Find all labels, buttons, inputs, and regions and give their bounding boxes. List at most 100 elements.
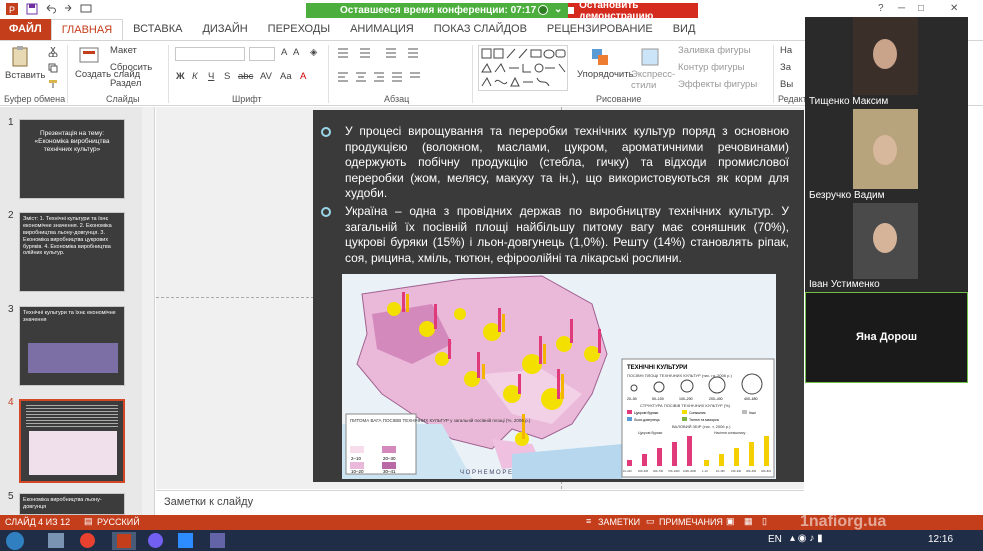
start-icon[interactable] — [6, 532, 24, 550]
notes-pane[interactable]: Заметки к слайду — [156, 490, 804, 514]
case-button[interactable]: Aa — [280, 71, 292, 82]
shape-effects-button[interactable]: Эффекты фигуры — [678, 79, 757, 90]
spacing-button[interactable]: AV — [260, 71, 272, 82]
participant-tile[interactable]: Іван Устименко — [805, 203, 968, 292]
harvest-label: 400–700 — [653, 469, 664, 473]
tab-slideshow[interactable]: ПОКАЗ СЛАЙДОВ — [424, 19, 537, 40]
tab-file[interactable]: ФАЙЛ — [0, 19, 51, 40]
face — [873, 223, 897, 253]
shrink-font-icon[interactable]: A — [293, 47, 299, 58]
stop-demo-button[interactable]: Остановить демонстрацию — [568, 0, 698, 22]
redo-icon[interactable] — [62, 3, 74, 15]
font-family-combo[interactable] — [175, 47, 245, 61]
thumbnail-scrollbar[interactable] — [142, 107, 154, 515]
chrome-icon[interactable] — [80, 533, 95, 548]
slide-counter: СЛАЙД 4 ИЗ 12 — [5, 517, 71, 527]
language-indicator[interactable]: РУССКИЙ — [97, 517, 140, 527]
replace-button[interactable]: За — [780, 62, 791, 73]
save-icon[interactable] — [26, 3, 38, 15]
clear-format-icon[interactable]: ◈ — [310, 47, 317, 58]
arrange-button[interactable]: Упорядочить — [577, 69, 634, 80]
powerpoint-taskbar-icon[interactable] — [112, 532, 136, 550]
tab-animation[interactable]: АНИМАЦИЯ — [340, 19, 424, 40]
bold-button[interactable]: Ж — [176, 71, 185, 82]
grow-font-icon[interactable]: A — [281, 47, 287, 58]
arrange-icon[interactable] — [590, 47, 612, 67]
underline-button[interactable]: Ч — [208, 71, 214, 82]
slide-bullet-1[interactable]: У процесі вирощування та переробки техні… — [345, 124, 789, 202]
font-color-button[interactable]: A — [300, 71, 306, 82]
express-styles-icon[interactable] — [640, 47, 660, 67]
slide-thumbnail-2[interactable]: Зміст: 1. Технічні культури та їхнє екон… — [19, 212, 125, 292]
format-painter-icon[interactable] — [48, 79, 58, 89]
sorter-view-icon[interactable]: ▦ — [744, 516, 753, 527]
slideshow-icon[interactable] — [80, 3, 92, 15]
paste-button[interactable]: Вставить — [5, 70, 45, 81]
reset-button[interactable]: Сбросить — [110, 62, 152, 73]
normal-view-icon[interactable]: ▣ — [726, 516, 735, 527]
shadow-button[interactable]: S — [224, 71, 230, 82]
notes-toggle[interactable]: ЗАМЕТКИ — [598, 517, 640, 527]
tab-transitions[interactable]: ПЕРЕХОДЫ — [258, 19, 340, 40]
shape-outline-button[interactable]: Контур фигуры — [678, 62, 744, 73]
tab-design[interactable]: ДИЗАЙН — [192, 19, 257, 40]
comments-toggle[interactable]: ПРИМЕЧАНИЯ — [659, 517, 723, 527]
spellcheck-icon[interactable]: ▤ — [84, 516, 93, 527]
scale-label: 50–100 — [652, 397, 664, 401]
chevron-down-icon[interactable]: ⌄ — [554, 4, 562, 15]
participant-tile[interactable]: Тищенко Максим — [805, 17, 968, 109]
express-styles-button[interactable]: Экспресс-стили — [631, 69, 675, 91]
harvest-b: Насіння соняшнику — [714, 431, 746, 435]
undo-icon[interactable] — [44, 3, 56, 15]
app-icon[interactable] — [210, 533, 225, 548]
zoom-icon[interactable] — [178, 533, 193, 548]
face — [873, 135, 897, 165]
group-font-label: Шрифт — [232, 94, 262, 104]
strikethrough-button[interactable]: abc — [238, 71, 253, 82]
italic-button[interactable]: К — [192, 71, 198, 82]
tab-view[interactable]: ВИД — [663, 19, 706, 40]
list-icons[interactable] — [336, 47, 466, 59]
shape-fill-button[interactable]: Заливка фигуры — [678, 45, 751, 56]
slide-thumbnail-5[interactable]: Економіка виробництва льону-довгунця — [19, 493, 125, 515]
new-slide-icon[interactable] — [78, 45, 100, 67]
help-button[interactable]: ? — [878, 3, 884, 14]
copy-icon[interactable] — [48, 63, 58, 73]
maximize-button[interactable]: □ — [918, 3, 924, 14]
tray-icons[interactable]: ▴ ◉ ♪ ▮ — [790, 533, 823, 544]
participant-tile[interactable]: Безручко Вадим — [805, 109, 968, 203]
cut-icon[interactable] — [48, 47, 58, 57]
language-tray[interactable]: EN — [768, 534, 782, 545]
participant-name: Яна Дорош — [855, 331, 918, 343]
harvest-label: 300–400 — [746, 469, 757, 473]
ukraine-map-image[interactable]: Ч О Р Н Е М О Р Е ПИТОМА ВАГА ПОСІВІВ ТЕ… — [342, 274, 776, 479]
close-button[interactable]: ✕ — [950, 3, 958, 14]
tab-review[interactable]: РЕЦЕНЗИРОВАНИЕ — [537, 19, 663, 40]
slide-thumbnail-1[interactable]: Презентація на тему: «Економіка виробниц… — [19, 119, 125, 199]
slide-thumbnail-3[interactable]: Технічні культури та їхнє економічне зна… — [19, 306, 125, 386]
find-button[interactable]: На — [780, 45, 792, 56]
slide-bullet-2[interactable]: Україна – одна з провідних держав по вир… — [345, 204, 789, 266]
paste-icon[interactable] — [10, 45, 32, 69]
legend-title: ТЕХНІЧНІ КУЛЬТУРИ — [627, 365, 688, 371]
group-drawing-label: Рисование — [596, 94, 642, 104]
section-button[interactable]: Раздел — [110, 78, 141, 89]
tab-home[interactable]: ГЛАВНАЯ — [50, 19, 124, 40]
layout-button[interactable]: Макет — [110, 45, 137, 56]
font-size-combo[interactable] — [249, 47, 275, 61]
thumb-number: 1 — [8, 117, 14, 128]
explorer-icon[interactable] — [48, 533, 64, 548]
powerpoint-icon: P — [6, 3, 18, 15]
slide-thumbnail-4[interactable] — [19, 399, 125, 483]
align-icons[interactable] — [336, 71, 466, 83]
group-clipboard-label: Буфер обмена — [4, 94, 66, 104]
clock[interactable]: 12:16 — [928, 534, 953, 545]
participant-tile-active[interactable]: Яна Дорош — [805, 292, 968, 383]
thumb-text-lines — [26, 405, 118, 427]
select-button[interactable]: Вы — [780, 79, 793, 90]
minimize-button[interactable]: ─ — [898, 3, 905, 14]
reading-view-icon[interactable]: ▯ — [762, 516, 767, 527]
shapes-gallery[interactable] — [478, 45, 568, 91]
tab-insert[interactable]: ВСТАВКА — [123, 19, 192, 40]
viber-icon[interactable] — [148, 533, 163, 548]
